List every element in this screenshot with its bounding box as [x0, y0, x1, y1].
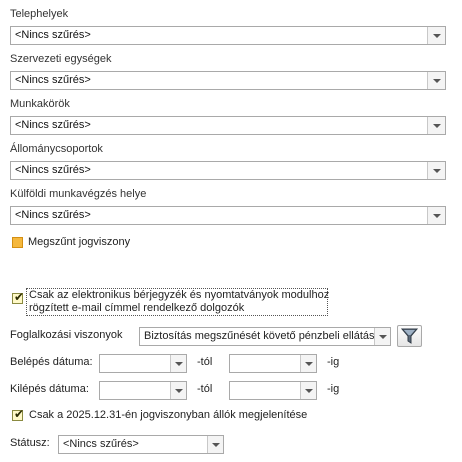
kilepes-datuma-label: Kilépés dátuma:	[10, 383, 89, 395]
checkmark-icon: ✔	[14, 290, 25, 304]
chevron-down-icon	[433, 79, 441, 83]
dropdown-button[interactable]	[170, 382, 186, 399]
szervezeti-egysegek-value: <Nincs szűrés>	[15, 74, 91, 86]
chevron-down-icon	[379, 335, 387, 339]
chevron-down-icon	[212, 443, 220, 447]
chevron-down-icon	[433, 34, 441, 38]
foglalkozasi-viszonyok-value: Biztosítás megszűnését követő pénzbeli e…	[144, 330, 374, 342]
chevron-down-icon	[433, 169, 441, 173]
dropdown-button[interactable]	[427, 27, 445, 44]
dropdown-button[interactable]	[300, 382, 316, 399]
statusz-value: <Nincs szűrés>	[63, 438, 139, 450]
chevron-down-icon	[433, 214, 441, 218]
kilepes-ig-date[interactable]	[229, 381, 317, 400]
munkakorok-label: Munkakörök	[10, 98, 70, 110]
szervezeti-egysegek-combo[interactable]: <Nincs szűrés>	[10, 71, 446, 90]
munkakorok-value: <Nincs szűrés>	[15, 119, 91, 131]
allomanycsoportok-combo[interactable]: <Nincs szűrés>	[10, 161, 446, 180]
kilepes-tol-label: -tól	[197, 383, 213, 395]
munkakorok-combo[interactable]: <Nincs szűrés>	[10, 116, 446, 135]
dropdown-button[interactable]	[427, 207, 445, 224]
chevron-down-icon	[305, 389, 313, 393]
foglalkozasi-viszonyok-label: Foglalkozási viszonyok	[10, 329, 123, 341]
kulfoldi-munkavegzes-value: <Nincs szűrés>	[15, 209, 91, 221]
chevron-down-icon	[305, 362, 313, 366]
statusz-combo[interactable]: <Nincs szűrés>	[58, 435, 224, 454]
dropdown-button[interactable]	[207, 436, 223, 453]
dropdown-button[interactable]	[300, 355, 316, 372]
dropdown-button[interactable]	[427, 117, 445, 134]
belepes-ig-label: -ig	[327, 356, 340, 368]
megszunt-jogviszony-checkbox[interactable]	[12, 237, 23, 248]
kilepes-ig-label: -ig	[327, 383, 340, 395]
megszunt-jogviszony-label: Megszűnt jogviszony	[28, 236, 131, 248]
jogviszony-label: Csak a 2025.12.31-én jogviszonyban állók…	[29, 409, 308, 421]
allomanycsoportok-label: Állománycsoportok	[10, 143, 103, 155]
funnel-icon	[400, 328, 419, 344]
szervezeti-egysegek-label: Szervezeti egységek	[10, 53, 112, 65]
chevron-down-icon	[175, 389, 183, 393]
statusz-label: Státusz:	[10, 437, 50, 449]
dropdown-button[interactable]	[427, 72, 445, 89]
allomanycsoportok-value: <Nincs szűrés>	[15, 164, 91, 176]
belepes-datuma-label: Belépés dátuma:	[10, 356, 93, 368]
elektronikus-label-line1: Csak az elektronikus bérjegyzék és nyomt…	[29, 289, 330, 301]
kilepes-tol-date[interactable]	[99, 381, 187, 400]
chevron-down-icon	[433, 124, 441, 128]
dropdown-button[interactable]	[427, 162, 445, 179]
telephelyek-combo[interactable]: <Nincs szűrés>	[10, 26, 446, 45]
dropdown-button[interactable]	[374, 328, 390, 345]
dropdown-button[interactable]	[170, 355, 186, 372]
elektronikus-checkbox[interactable]: ✔	[12, 290, 25, 304]
telephelyek-value: <Nincs szűrés>	[15, 29, 91, 41]
checkmark-icon: ✔	[14, 407, 25, 421]
belepes-tol-date[interactable]	[99, 354, 187, 373]
kulfoldi-munkavegzes-label: Külföldi munkavégzés helye	[10, 188, 147, 200]
jogviszony-checkbox[interactable]: ✔	[12, 407, 25, 421]
belepes-ig-date[interactable]	[229, 354, 317, 373]
elektronikus-label-line2: rögzített e-mail címmel rendelkező dolgo…	[29, 302, 245, 314]
chevron-down-icon	[175, 362, 183, 366]
belepes-tol-label: -tól	[197, 356, 213, 368]
kulfoldi-munkavegzes-combo[interactable]: <Nincs szűrés>	[10, 206, 446, 225]
filter-button[interactable]	[397, 325, 422, 347]
foglalkozasi-viszonyok-combo[interactable]: Biztosítás megszűnését követő pénzbeli e…	[139, 327, 391, 346]
telephelyek-label: Telephelyek	[10, 8, 69, 20]
